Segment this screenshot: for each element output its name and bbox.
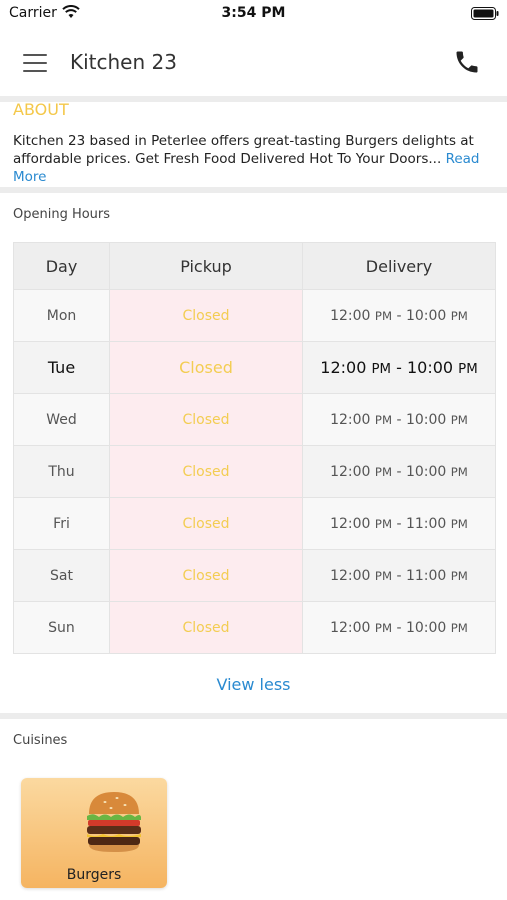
battery-icon <box>471 7 499 20</box>
cuisine-card-burgers[interactable]: Burgers <box>21 778 167 888</box>
delivery-cell: 12:00 PM - 10:00 PM <box>302 445 496 498</box>
phone-icon[interactable] <box>453 48 481 76</box>
table-row: Mon Closed 12:00 PM - 10:00 PM <box>13 289 496 342</box>
delivery-cell: 12:00 PM - 10:00 PM <box>302 601 496 654</box>
table-row: Thu Closed 12:00 PM - 10:00 PM <box>13 445 496 498</box>
about-heading: ABOUT <box>13 100 69 119</box>
divider <box>0 96 507 102</box>
table-row: Fri Closed 12:00 PM - 11:00 PM <box>13 497 496 550</box>
delivery-cell: 12:00 PM - 11:00 PM <box>302 497 496 550</box>
opening-hours-table: Day Pickup Delivery Mon Closed 12:00 PM … <box>13 242 496 654</box>
table-row: Wed Closed 12:00 PM - 10:00 PM <box>13 393 496 446</box>
opening-hours-label: Opening Hours <box>13 207 111 222</box>
cuisine-label: Burgers <box>66 867 122 883</box>
day-cell: Thu <box>13 445 110 498</box>
table-row: Tue Closed 12:00 PM - 10:00 PM <box>13 341 496 394</box>
pickup-cell: Closed <box>109 601 303 654</box>
pickup-cell: Closed <box>109 341 303 394</box>
cuisines-label: Cuisines <box>13 733 68 748</box>
day-cell: Mon <box>13 289 110 342</box>
table-row: Sun Closed 12:00 PM - 10:00 PM <box>13 601 496 654</box>
day-cell: Sun <box>13 601 110 654</box>
day-cell: Sat <box>13 549 110 602</box>
header-day: Day <box>13 242 110 290</box>
divider <box>0 713 507 719</box>
table-row: Sat Closed 12:00 PM - 11:00 PM <box>13 549 496 602</box>
restaurant-title: Kitchen 23 <box>70 50 177 74</box>
divider <box>0 187 507 193</box>
pickup-cell: Closed <box>109 393 303 446</box>
pickup-cell: Closed <box>109 497 303 550</box>
about-description: Kitchen 23 based in Peterlee offers grea… <box>13 133 474 167</box>
hamburger-menu-icon[interactable] <box>18 48 52 78</box>
pickup-cell: Closed <box>109 289 303 342</box>
delivery-cell: 12:00 PM - 10:00 PM <box>302 289 496 342</box>
day-cell: Fri <box>13 497 110 550</box>
burger-image <box>87 792 141 852</box>
app-bar: Kitchen 23 <box>0 28 507 98</box>
day-cell: Wed <box>13 393 110 446</box>
about-ellipsis: ... <box>428 151 442 167</box>
header-delivery: Delivery <box>302 242 496 290</box>
header-pickup: Pickup <box>109 242 303 290</box>
delivery-cell: 12:00 PM - 10:00 PM <box>302 393 496 446</box>
pickup-cell: Closed <box>109 445 303 498</box>
table-header-row: Day Pickup Delivery <box>13 242 496 290</box>
day-cell: Tue <box>13 341 110 394</box>
delivery-cell: 12:00 PM - 11:00 PM <box>302 549 496 602</box>
status-bar: Carrier 3:54 PM <box>0 0 507 28</box>
pickup-cell: Closed <box>109 549 303 602</box>
delivery-cell: 12:00 PM - 10:00 PM <box>302 341 496 394</box>
status-time: 3:54 PM <box>221 5 286 21</box>
view-less-button[interactable]: View less <box>0 675 507 694</box>
about-text: Kitchen 23 based in Peterlee offers grea… <box>13 132 501 186</box>
